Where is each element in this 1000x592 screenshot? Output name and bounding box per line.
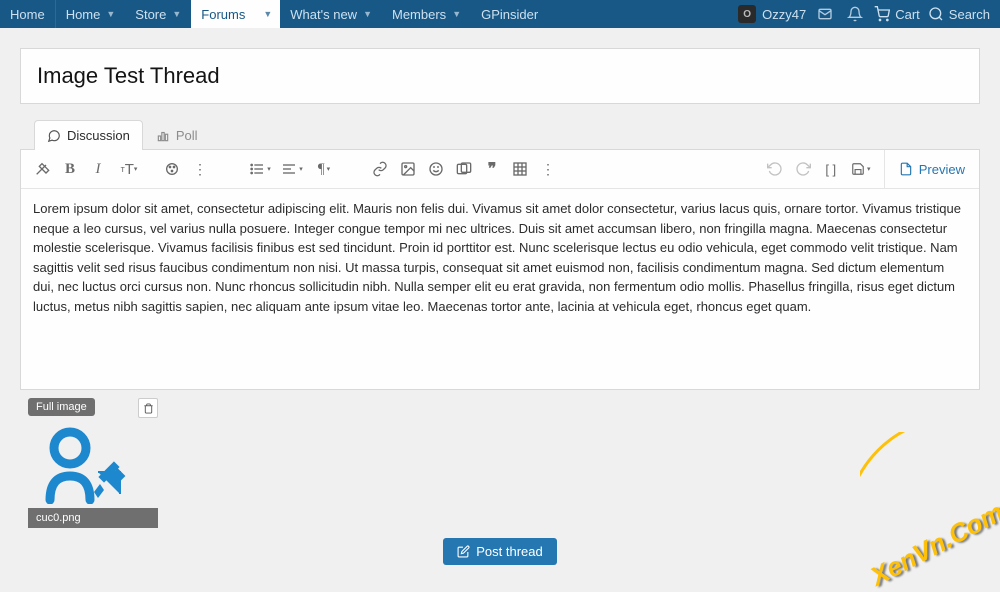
bold-icon[interactable]: B <box>57 156 83 182</box>
comments-icon <box>47 129 61 143</box>
full-image-button[interactable]: Full image <box>28 398 95 416</box>
attachment-card: Full image cuc0.png <box>28 398 158 528</box>
inbox-icon[interactable] <box>814 3 836 25</box>
bell-icon[interactable] <box>844 3 866 25</box>
editor-panel: B I тT▾ ⋮ ▾ ▾ ¶▾ ❞ ⋮ [ ] ▾ Previ <box>20 149 980 390</box>
search-link[interactable]: Search <box>928 6 990 22</box>
cart-icon <box>874 6 890 22</box>
editor-toolbar: B I тT▾ ⋮ ▾ ▾ ¶▾ ❞ ⋮ [ ] ▾ Previ <box>21 150 979 189</box>
more-insert-icon[interactable]: ⋮ <box>535 156 561 182</box>
chevron-down-icon: ▼ <box>452 9 461 19</box>
media-icon[interactable] <box>451 156 477 182</box>
attachment-filename: cuc0.png <box>28 508 158 528</box>
bbcode-icon[interactable]: [ ] <box>818 156 844 182</box>
nav-forums-caret[interactable]: ▼ <box>255 0 280 28</box>
redo-icon[interactable] <box>790 156 816 182</box>
color-icon[interactable] <box>159 156 185 182</box>
more-format-icon[interactable]: ⋮ <box>187 156 213 182</box>
post-thread-button[interactable]: Post thread <box>443 538 557 565</box>
tab-discussion[interactable]: Discussion <box>34 120 143 150</box>
delete-attachment-button[interactable] <box>138 398 158 418</box>
quote-icon[interactable]: ❞ <box>479 156 505 182</box>
chevron-down-icon: ▼ <box>363 9 372 19</box>
clear-format-icon[interactable] <box>29 156 55 182</box>
nav-whatsnew[interactable]: What's new▼ <box>280 0 382 28</box>
poll-icon <box>156 129 170 143</box>
tab-poll[interactable]: Poll <box>143 120 211 150</box>
italic-icon[interactable]: I <box>85 156 111 182</box>
nav-gpinsider[interactable]: GPinsider <box>471 0 548 28</box>
submit-bar: Post thread <box>20 538 980 565</box>
chevron-down-icon: ▼ <box>106 9 115 19</box>
chevron-down-icon: ▼ <box>263 9 272 19</box>
draft-icon[interactable]: ▾ <box>846 156 876 182</box>
nav-home-2[interactable]: Home▼ <box>56 0 126 28</box>
attachments-area: Full image cuc0.png <box>20 390 980 528</box>
paragraph-icon[interactable]: ¶▾ <box>309 156 339 182</box>
image-icon[interactable] <box>395 156 421 182</box>
align-icon[interactable]: ▾ <box>277 156 307 182</box>
undo-icon[interactable] <box>762 156 788 182</box>
avatar: O <box>738 5 756 23</box>
nav-home-1[interactable]: Home <box>0 0 56 28</box>
cart-link[interactable]: Cart <box>874 6 920 22</box>
search-icon <box>928 6 944 22</box>
nav-right: O Ozzy47 Cart Search <box>738 0 1000 28</box>
font-size-icon[interactable]: тT▾ <box>113 156 145 182</box>
link-icon[interactable] <box>367 156 393 182</box>
smile-icon[interactable] <box>423 156 449 182</box>
file-icon <box>899 162 913 176</box>
nav-members[interactable]: Members▼ <box>382 0 471 28</box>
page-title: Image Test Thread <box>37 63 963 89</box>
editor-textarea[interactable]: Lorem ipsum dolor sit amet, consectetur … <box>21 189 979 389</box>
chevron-down-icon: ▼ <box>172 9 181 19</box>
list-icon[interactable]: ▾ <box>245 156 275 182</box>
trash-icon <box>143 403 154 414</box>
table-icon[interactable] <box>507 156 533 182</box>
username: Ozzy47 <box>762 7 806 22</box>
nav-left: Home Home▼ Store▼ Forums ▼ What's new▼ M… <box>0 0 738 28</box>
nav-forums[interactable]: Forums <box>191 0 255 28</box>
attachment-thumbnail[interactable] <box>28 422 128 504</box>
thread-tabs: Discussion Poll <box>34 120 980 150</box>
preview-button[interactable]: Preview <box>884 150 979 188</box>
page-content: Image Test Thread Discussion Poll B I тT… <box>0 28 1000 565</box>
title-block: Image Test Thread <box>20 48 980 104</box>
edit-icon <box>457 545 470 558</box>
nav-store[interactable]: Store▼ <box>125 0 191 28</box>
top-navigation: Home Home▼ Store▼ Forums ▼ What's new▼ M… <box>0 0 1000 28</box>
user-menu[interactable]: O Ozzy47 <box>738 5 806 23</box>
